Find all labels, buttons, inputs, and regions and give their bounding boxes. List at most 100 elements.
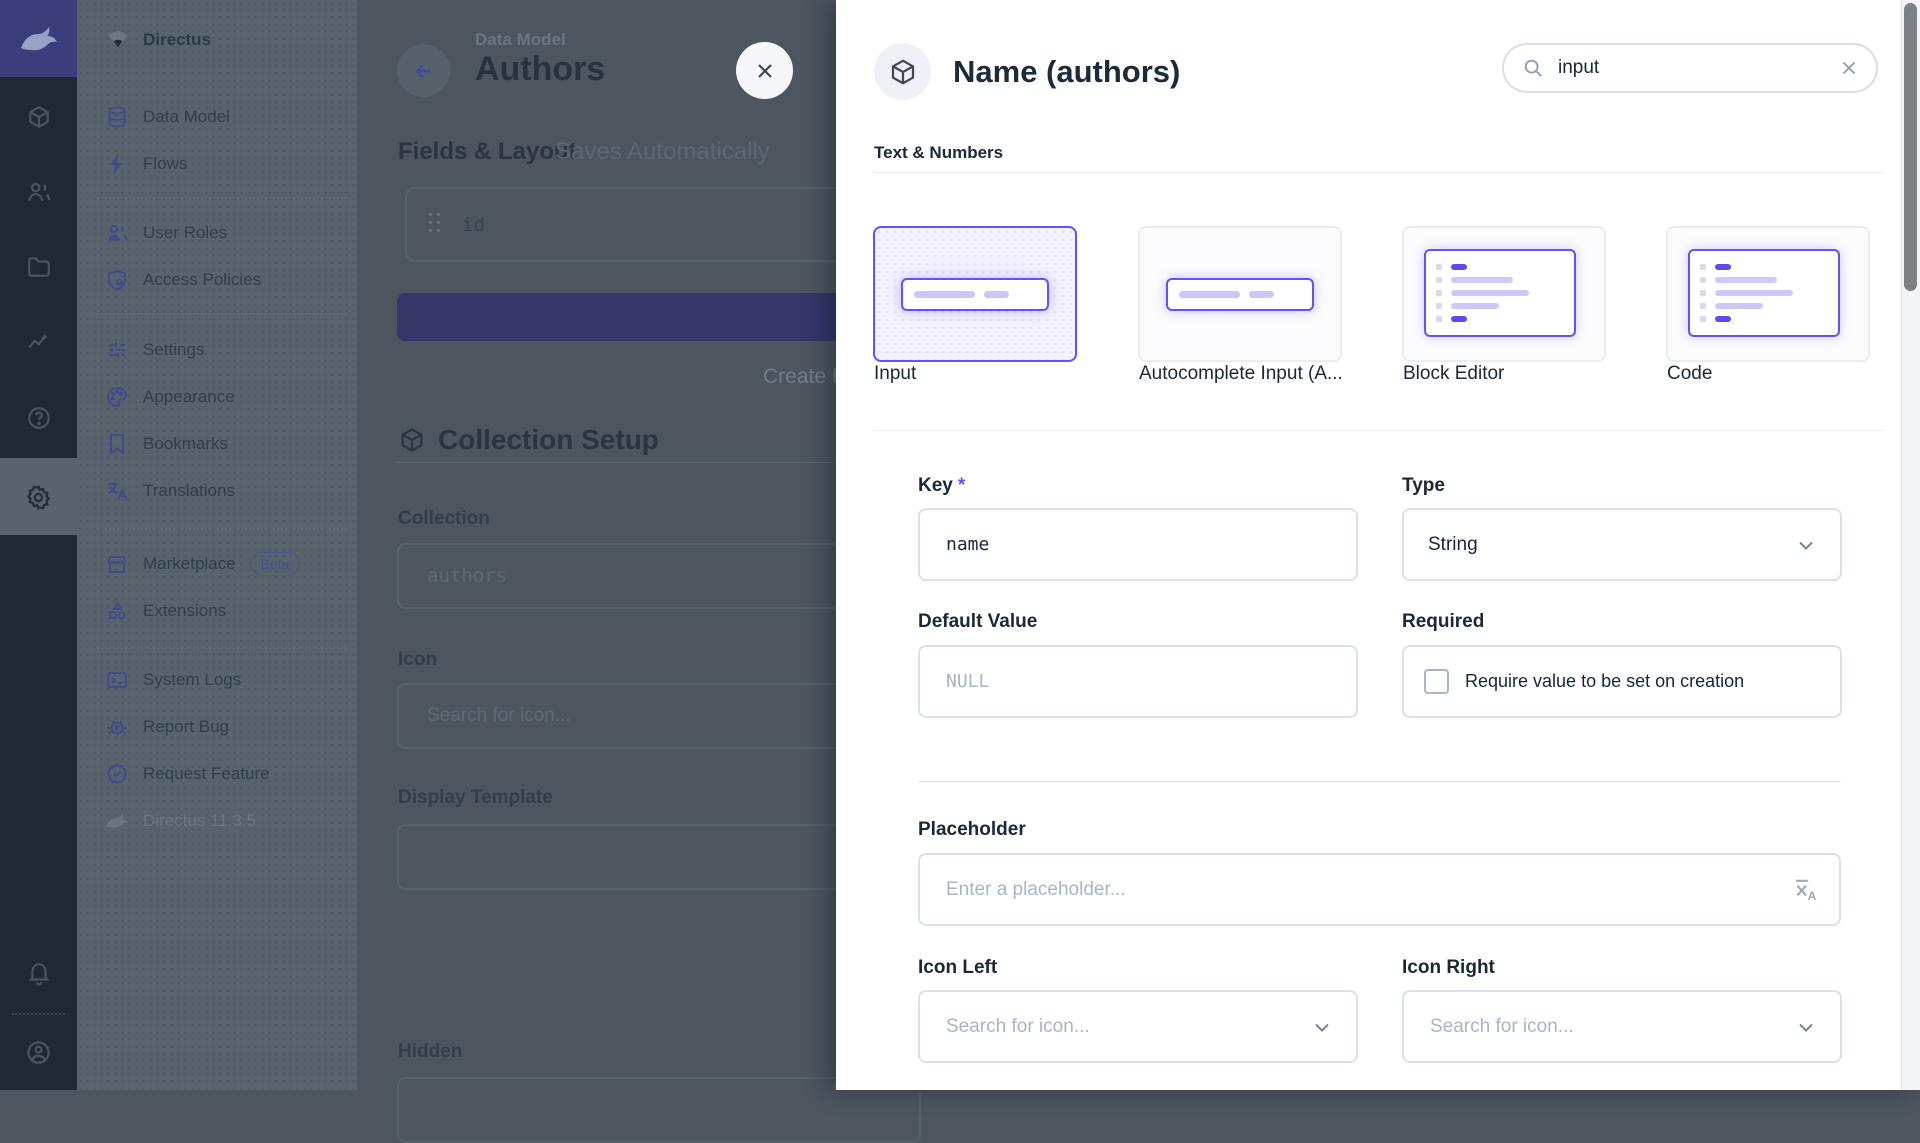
code-preview-graphic <box>1688 249 1840 337</box>
key-input[interactable] <box>918 508 1358 581</box>
sidebar-item-bookmarks[interactable]: Bookmarks <box>77 420 357 467</box>
required-asterisk: * <box>958 475 965 496</box>
type-label: Type <box>1402 475 1445 497</box>
interface-card-label: Code <box>1667 363 1877 385</box>
sidebar-item-label: Bookmarks <box>143 434 228 454</box>
drawer-header-icon <box>874 43 931 100</box>
module-content-icon[interactable] <box>0 90 77 144</box>
sidebar-item-appearance[interactable]: Appearance <box>77 373 357 420</box>
sidebar-item-label: User Roles <box>143 223 227 243</box>
project-switcher[interactable]: Directus <box>77 16 357 64</box>
nav-divider <box>97 197 347 199</box>
sidebar-item-flows[interactable]: Flows <box>77 140 357 187</box>
interface-card-label: Block Editor <box>1403 363 1613 385</box>
search-input[interactable] <box>1556 56 1838 80</box>
icon-left-field[interactable] <box>944 1015 1310 1039</box>
terminal-icon <box>105 668 129 692</box>
sidebar-item-label: Settings <box>143 340 204 360</box>
module-bar-divider <box>12 1013 65 1015</box>
default-value-label: Default Value <box>918 611 1037 633</box>
key-value[interactable] <box>944 533 1356 556</box>
sidebar-item-label: Appearance <box>143 387 235 407</box>
scrollbar-thumb[interactable] <box>1904 3 1917 291</box>
required-checkbox[interactable] <box>1424 669 1449 694</box>
notifications-bell-icon[interactable] <box>0 946 77 1000</box>
sidebar-item-label: Flows <box>143 154 187 174</box>
interface-card-autocomplete[interactable] <box>1138 226 1342 362</box>
arrow-left-icon <box>412 59 436 83</box>
sidebar-item-request-feature[interactable]: Request Feature <box>77 750 357 797</box>
bookmark-icon <box>105 432 129 456</box>
key-label: Key* <box>918 475 965 497</box>
storefront-icon <box>105 552 129 576</box>
box-icon <box>398 426 426 454</box>
project-name: Directus <box>143 30 211 50</box>
sidebar-item-translations[interactable]: Translations <box>77 467 357 514</box>
module-settings-icon[interactable] <box>0 470 77 524</box>
translate-icon[interactable]: A <box>1793 877 1819 903</box>
drawer-title: Name (authors) <box>953 54 1180 90</box>
close-drawer-button[interactable] <box>736 42 793 99</box>
icon-label: Icon <box>398 649 437 671</box>
module-users-icon[interactable] <box>0 165 77 219</box>
sidebar-item-label: Extensions <box>143 601 226 621</box>
icon-right-select[interactable] <box>1402 990 1842 1063</box>
collection-label: Collection <box>398 508 490 530</box>
default-value-input[interactable] <box>918 645 1358 718</box>
collection-setup-title: Collection Setup <box>438 424 659 456</box>
sidebar-item-access-policies[interactable]: Access Policies <box>77 256 357 303</box>
interface-card-code[interactable] <box>1666 226 1870 362</box>
rabbit-logo-icon <box>19 24 59 54</box>
input-preview-graphic <box>901 278 1049 311</box>
sidebar-item-system-logs[interactable]: System Logs <box>77 656 357 703</box>
placeholder-field[interactable] <box>944 878 1793 902</box>
sidebar-item-settings[interactable]: Settings <box>77 326 357 373</box>
autosave-note: Saves Automatically <box>555 138 770 166</box>
interface-card-label: Autocomplete Input (A... <box>1139 363 1349 385</box>
icon-left-select[interactable] <box>918 990 1358 1063</box>
directus-logo-button[interactable] <box>0 0 77 77</box>
clear-search-icon[interactable] <box>1838 57 1860 79</box>
back-button[interactable] <box>397 44 450 97</box>
hidden-label: Hidden <box>398 1041 462 1063</box>
nav-divider <box>97 313 347 315</box>
collection-value: authors <box>427 565 507 587</box>
placeholder-input[interactable]: A <box>918 853 1841 926</box>
sidebar-item-user-roles[interactable]: User Roles <box>77 209 357 256</box>
palette-icon <box>105 385 129 409</box>
field-name: id <box>462 214 485 236</box>
sidebar-item-marketplace[interactable]: Marketplace Beta <box>77 540 357 587</box>
interface-card-block-editor[interactable] <box>1402 226 1606 362</box>
collection-setup-heading: Collection Setup <box>398 424 659 456</box>
sidebar-item-label: System Logs <box>143 670 241 690</box>
sidebar-item-data-model[interactable]: Data Model <box>77 93 357 140</box>
breadcrumb[interactable]: Data Model <box>475 30 566 50</box>
required-label: Required <box>1402 611 1484 633</box>
interface-card-input[interactable] <box>873 226 1077 362</box>
type-select[interactable]: String <box>1402 508 1842 581</box>
database-icon <box>105 105 129 129</box>
module-help-icon[interactable] <box>0 391 77 445</box>
page-title: Authors <box>475 50 605 89</box>
sidebar-item-label: Access Policies <box>143 270 261 290</box>
module-insights-icon[interactable] <box>0 315 77 369</box>
icon-right-field[interactable] <box>1428 1015 1794 1039</box>
module-files-icon[interactable] <box>0 240 77 294</box>
sidebar-item-report-bug[interactable]: Report Bug <box>77 703 357 750</box>
divider <box>918 781 1841 782</box>
module-bar <box>0 0 77 1090</box>
default-value-field[interactable] <box>944 670 1356 693</box>
user-avatar-icon[interactable] <box>0 1025 77 1079</box>
icon-placeholder: Search for icon... <box>427 705 571 727</box>
sidebar-item-label: Translations <box>143 481 235 501</box>
chevron-down-icon <box>1310 1015 1334 1039</box>
interface-search[interactable] <box>1502 43 1878 93</box>
close-icon <box>753 59 777 83</box>
placeholder-label: Placeholder <box>918 819 1026 841</box>
sidebar-item-label: Marketplace <box>143 554 236 574</box>
sidebar-item-extensions[interactable]: Extensions <box>77 587 357 634</box>
nav-divider <box>97 647 347 649</box>
chevron-down-icon <box>1794 1015 1818 1039</box>
field-config-drawer: Name (authors) Text & Numbers Input Auto… <box>836 0 1920 1090</box>
drag-handle-icon[interactable] <box>429 213 442 236</box>
